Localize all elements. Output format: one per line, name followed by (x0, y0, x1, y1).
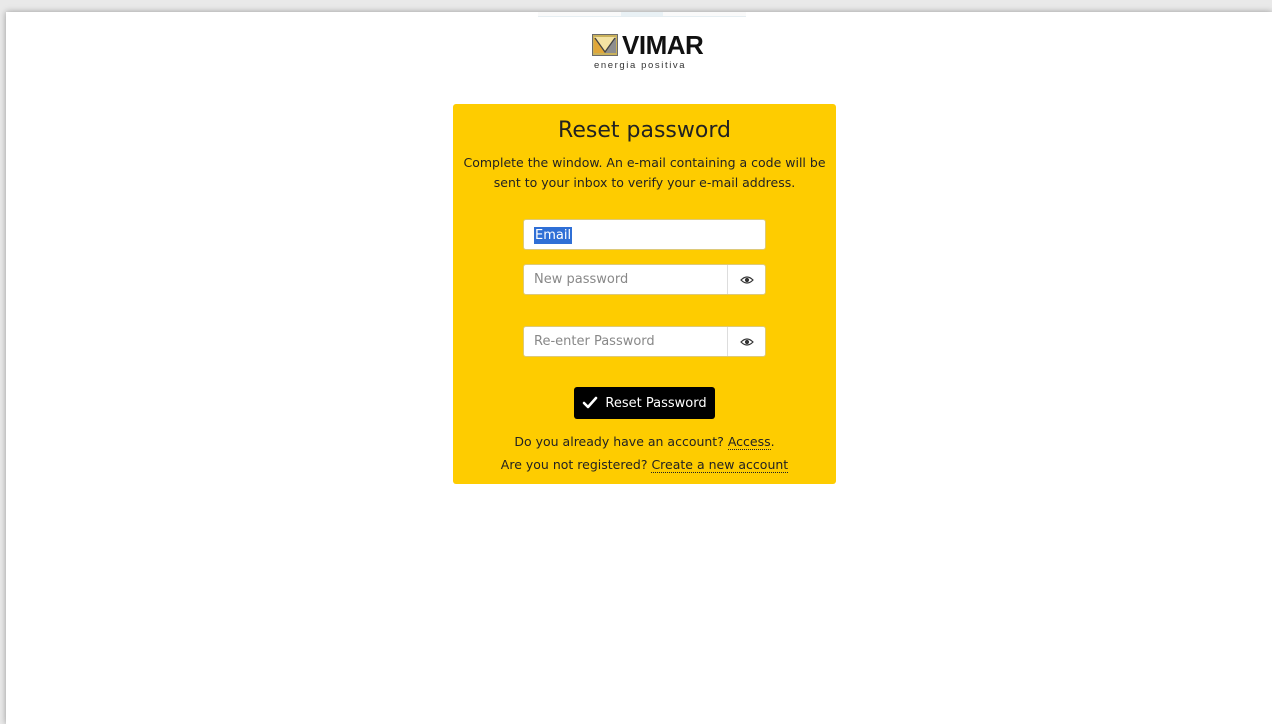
show-new-password-button[interactable] (727, 265, 765, 294)
reset-password-button[interactable]: Reset Password (574, 387, 715, 419)
page-title: Reset password (558, 118, 731, 143)
access-link[interactable]: Access (727, 434, 771, 450)
top-edge-strip (538, 12, 746, 17)
email-field[interactable]: Email (523, 219, 766, 250)
reset-password-card: Reset password Complete the window. An e… (453, 104, 836, 484)
have-account-line: Do you already have an account? Access. (453, 434, 836, 450)
eye-icon (739, 275, 754, 284)
form-description: Complete the window. An e-mail containin… (463, 155, 826, 190)
not-registered-line: Are you not registered? Create a new acc… (453, 457, 836, 473)
confirm-password-input[interactable] (524, 327, 729, 356)
new-password-input[interactable] (524, 265, 729, 294)
create-account-link[interactable]: Create a new account (651, 457, 789, 473)
have-account-prompt: Do you already have an account? (514, 434, 724, 449)
show-confirm-password-button[interactable] (727, 327, 765, 356)
confirm-password-field[interactable] (523, 326, 766, 357)
brand-name: VIMAR (622, 30, 704, 60)
check-icon (583, 396, 598, 409)
not-registered-prompt: Are you not registered? (500, 457, 648, 472)
brand-tagline: energia positiva (594, 60, 687, 71)
new-password-field[interactable] (523, 264, 766, 295)
reset-password-label: Reset Password (605, 395, 707, 411)
browser-viewport: VIMAR energia positiva Reset password Co… (6, 12, 1272, 724)
eye-icon (739, 337, 754, 346)
access-period: . (770, 434, 775, 449)
vimar-logo: VIMAR energia positiva (590, 30, 708, 74)
email-selected-text[interactable]: Email (534, 227, 573, 244)
vimar-logo-mark-icon (592, 34, 618, 56)
